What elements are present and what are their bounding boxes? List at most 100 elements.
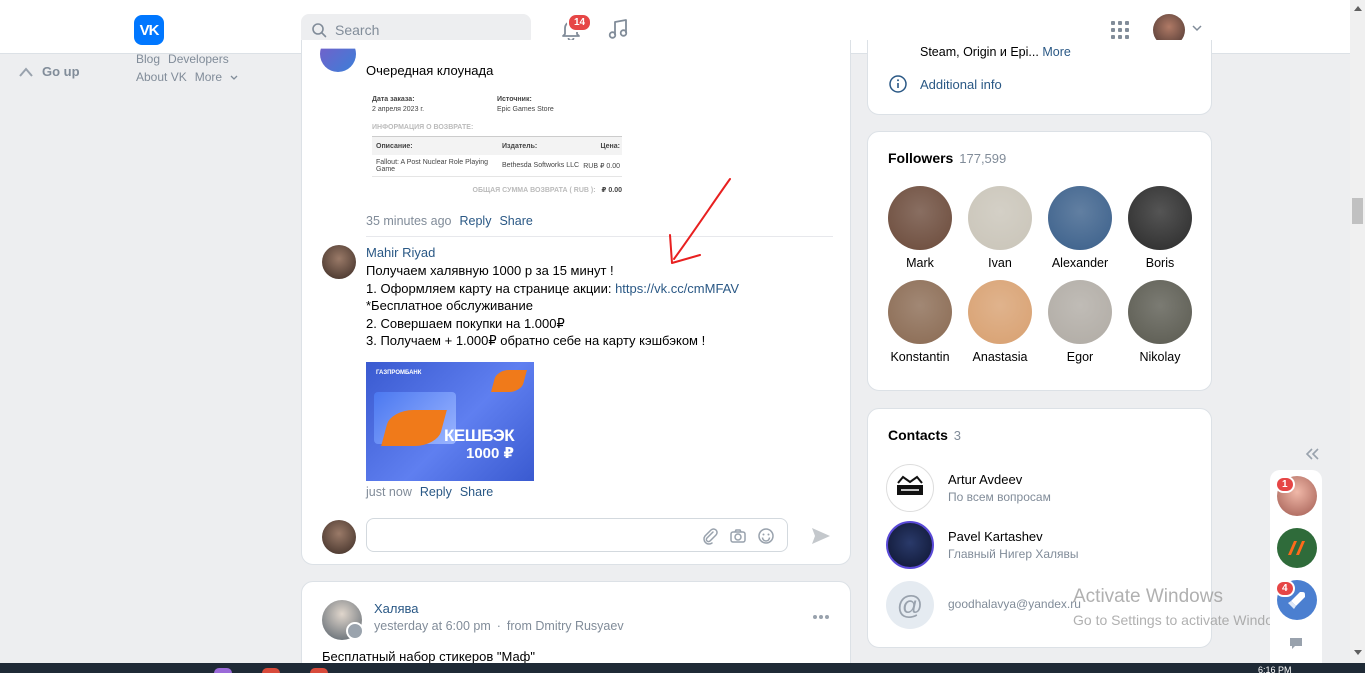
footer-links: Blog Developers About VK More — [136, 50, 238, 86]
total-value: ₽ 0.00 — [601, 187, 622, 194]
follower-item[interactable]: Konstantin — [880, 280, 960, 364]
comment-time[interactable]: 35 minutes ago — [366, 214, 451, 228]
contact-item[interactable]: Artur Avdeev По всем вопросам — [886, 464, 1186, 514]
meta-separator: · — [496, 619, 501, 633]
attach-icon[interactable] — [701, 527, 719, 545]
comment-time[interactable]: just now — [366, 485, 412, 499]
col-price: Цена: — [600, 142, 620, 150]
followers-count: 177,599 — [959, 151, 1007, 166]
music-icon[interactable] — [605, 16, 631, 42]
comment-text: Очередная клоунада — [366, 63, 494, 78]
my-avatar — [322, 520, 356, 554]
reposter-avatar — [346, 622, 364, 640]
emoji-icon[interactable] — [757, 527, 775, 545]
collapse-chats-icon[interactable] — [1303, 446, 1321, 462]
chevron-down-icon — [230, 75, 238, 80]
promo-link[interactable]: https://vk.cc/cmMFAV — [615, 281, 739, 296]
more-options-icon[interactable] — [812, 614, 830, 620]
link-blog[interactable]: Blog — [136, 52, 160, 66]
share-link[interactable]: Share — [460, 485, 493, 499]
comment-input[interactable] — [366, 518, 788, 552]
table-row: Fallout: A Post Nuclear Role Playing Gam… — [372, 155, 622, 177]
send-icon[interactable] — [810, 526, 832, 546]
follower-avatar — [888, 280, 952, 344]
follower-name: Egor — [1066, 350, 1094, 364]
follower-item[interactable]: Mark — [880, 186, 960, 270]
contact-email[interactable]: goodhalavya@yandex.ru — [948, 597, 1081, 611]
follower-item[interactable]: Boris — [1120, 186, 1200, 270]
scrollbar-thumb[interactable] — [1352, 198, 1363, 224]
contact-role: По всем вопросам — [948, 490, 1051, 504]
follower-item[interactable]: Alexander — [1040, 186, 1120, 270]
more-link[interactable]: More — [1042, 45, 1070, 59]
receipt-image[interactable]: Дата заказа: 2 апреля 2023 г. Источник: … — [366, 88, 622, 206]
comment-line-text: 1. Оформляем карту на странице акции: — [366, 280, 616, 296]
contact-name: Artur Avdeev — [948, 472, 1023, 487]
brand-logo-icon — [1288, 541, 1305, 555]
taskbar-app-icon[interactable] — [214, 668, 232, 673]
reply-link[interactable]: Reply — [459, 214, 491, 228]
source-value: Epic Games Store — [497, 106, 554, 113]
contacts-count: 3 — [953, 428, 962, 443]
vk-logo[interactable]: VK — [134, 15, 164, 45]
follower-avatar — [968, 280, 1032, 344]
contact-item[interactable]: Pavel Kartashev Главный Нигер Халявы — [886, 521, 1186, 571]
chat-avatar[interactable] — [1277, 528, 1317, 568]
follower-item[interactable]: Nikolay — [1120, 280, 1200, 364]
comment-line: *Бесплатное обслуживание — [366, 298, 533, 314]
reply-box — [320, 518, 840, 554]
post-card: Халява yesterday at 6:00 pm · from Dmitry … — [301, 581, 851, 673]
link-developers[interactable]: Developers — [168, 52, 229, 66]
chat-unread-badge: 4 — [1275, 580, 1295, 597]
post-time[interactable]: yesterday at 6:00 pm — [374, 619, 491, 633]
contacts-header[interactable]: Contacts 3 — [888, 427, 961, 443]
follower-avatar — [1048, 186, 1112, 250]
activate-windows-subtitle: Go to Settings to activate Windows. — [1073, 612, 1294, 628]
additional-info-link[interactable]: Additional info — [888, 74, 1002, 94]
link-about[interactable]: About VK — [136, 70, 187, 84]
divider — [366, 236, 833, 237]
promo-amount: 1000 ₽ — [466, 445, 514, 462]
promo-image[interactable]: ГАЗПРОМБАНК КЕШБЭК 1000 ₽ — [366, 362, 534, 481]
go-up-button[interactable]: Go up — [18, 64, 80, 79]
comment-author[interactable]: Mahir Riyad — [366, 245, 435, 260]
chat-bubble-icon[interactable] — [1288, 636, 1304, 650]
followers-header[interactable]: Followers 177,599 — [888, 150, 1006, 166]
follower-name: Boris — [1145, 256, 1175, 270]
scroll-up-icon[interactable] — [1354, 5, 1362, 11]
camera-icon[interactable] — [729, 527, 747, 545]
page-scrollbar[interactable] — [1350, 0, 1365, 663]
reply-link[interactable]: Reply — [420, 485, 452, 499]
comment-line: 2. Совершаем покупки на 1.000₽ — [366, 315, 565, 331]
comment-body: Получаем халявную 1000 р за 15 минут ! 1… — [366, 262, 739, 350]
share-link[interactable]: Share — [499, 214, 532, 228]
refund-total: ОБЩАЯ СУММА ВОЗВРАТА ( RUB ): ₽ 0.00 — [372, 186, 622, 194]
profile-info-card: Steam, Origin и Epi... More Additional i… — [867, 40, 1212, 115]
additional-info-label: Additional info — [920, 76, 1002, 92]
chat-sidebar: 1 4 — [1270, 470, 1322, 665]
post-author[interactable]: Халява — [374, 601, 419, 616]
follower-item[interactable]: Anastasia — [960, 280, 1040, 364]
scroll-down-icon[interactable] — [1354, 650, 1362, 656]
post-from[interactable]: from Dmitry Rusyaev — [507, 619, 624, 633]
link-more[interactable]: More — [195, 70, 222, 84]
follower-item[interactable]: Egor — [1040, 280, 1120, 364]
contact-avatar — [886, 464, 934, 512]
taskbar-app-icon[interactable] — [310, 668, 328, 673]
item-price: RUB ₽ 0.00 — [583, 162, 620, 170]
taskbar-clock: 6:16 PM — [1258, 665, 1292, 673]
search-input[interactable] — [335, 22, 515, 38]
chevron-down-icon[interactable] — [1192, 24, 1202, 32]
commenter-avatar[interactable] — [320, 48, 356, 72]
follower-avatar — [888, 186, 952, 250]
follower-item[interactable]: Ivan — [960, 186, 1040, 270]
comment-line: 1. Оформляем карту на странице акции: ht… — [366, 280, 739, 298]
followers-card: Followers 177,599 Mark Ivan Alexander Boris… — [867, 131, 1212, 391]
apps-grid-icon[interactable] — [1110, 20, 1130, 40]
taskbar-app-icon[interactable] — [262, 668, 280, 673]
orange-shape — [491, 370, 527, 392]
windows-taskbar: 6:16 PM — [0, 663, 1365, 673]
chevron-up-icon — [19, 66, 33, 77]
commenter-avatar[interactable] — [322, 245, 356, 279]
followers-title: Followers — [888, 150, 954, 166]
